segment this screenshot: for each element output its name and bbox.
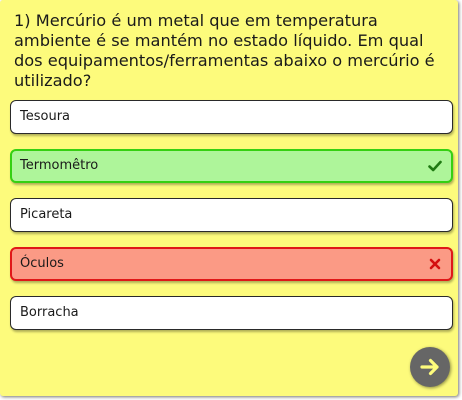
answer-options: Tesoura Termomêtro Picareta Óculos Borra… — [10, 100, 453, 345]
arrow-right-icon — [420, 358, 439, 376]
check-icon — [428, 160, 442, 172]
next-button[interactable] — [410, 347, 450, 387]
quiz-card: 1) Mercúrio é um metal que em temperatur… — [0, 0, 458, 396]
question-text: 1) Mercúrio é um metal que em temperatur… — [14, 11, 435, 90]
option-label: Óculos — [20, 256, 64, 271]
x-icon — [429, 258, 441, 270]
option-label: Picareta — [20, 207, 73, 222]
option-label: Termomêtro — [20, 158, 99, 173]
option-oculos[interactable]: Óculos — [10, 247, 453, 281]
option-termometro[interactable]: Termomêtro — [10, 149, 453, 183]
option-borracha[interactable]: Borracha — [10, 296, 453, 330]
option-picareta[interactable]: Picareta — [10, 198, 453, 232]
option-tesoura[interactable]: Tesoura — [10, 100, 453, 134]
option-label: Tesoura — [20, 109, 71, 124]
option-label: Borracha — [20, 305, 79, 320]
